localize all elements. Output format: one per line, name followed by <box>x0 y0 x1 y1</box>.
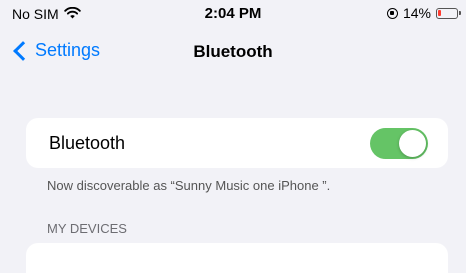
status-bar: No SIM 2:04 PM 14% <box>0 0 466 34</box>
section-header-my-devices: MY DEVICES <box>47 221 127 236</box>
bluetooth-label: Bluetooth <box>49 133 126 153</box>
toggle-knob <box>399 130 426 157</box>
page-title: Bluetooth <box>193 42 273 61</box>
battery-icon <box>436 7 461 19</box>
bluetooth-row: Bluetooth <box>26 118 448 168</box>
lock-rotation-icon <box>386 7 398 19</box>
battery-percent: 14% <box>402 5 431 21</box>
status-right: 14% <box>386 5 461 21</box>
bluetooth-toggle[interactable] <box>370 128 428 159</box>
nav-bar: Settings Bluetooth <box>0 34 466 74</box>
my-devices-list <box>26 243 448 273</box>
discoverable-note: Now discoverable as “Sunny Music one iPh… <box>47 178 331 193</box>
